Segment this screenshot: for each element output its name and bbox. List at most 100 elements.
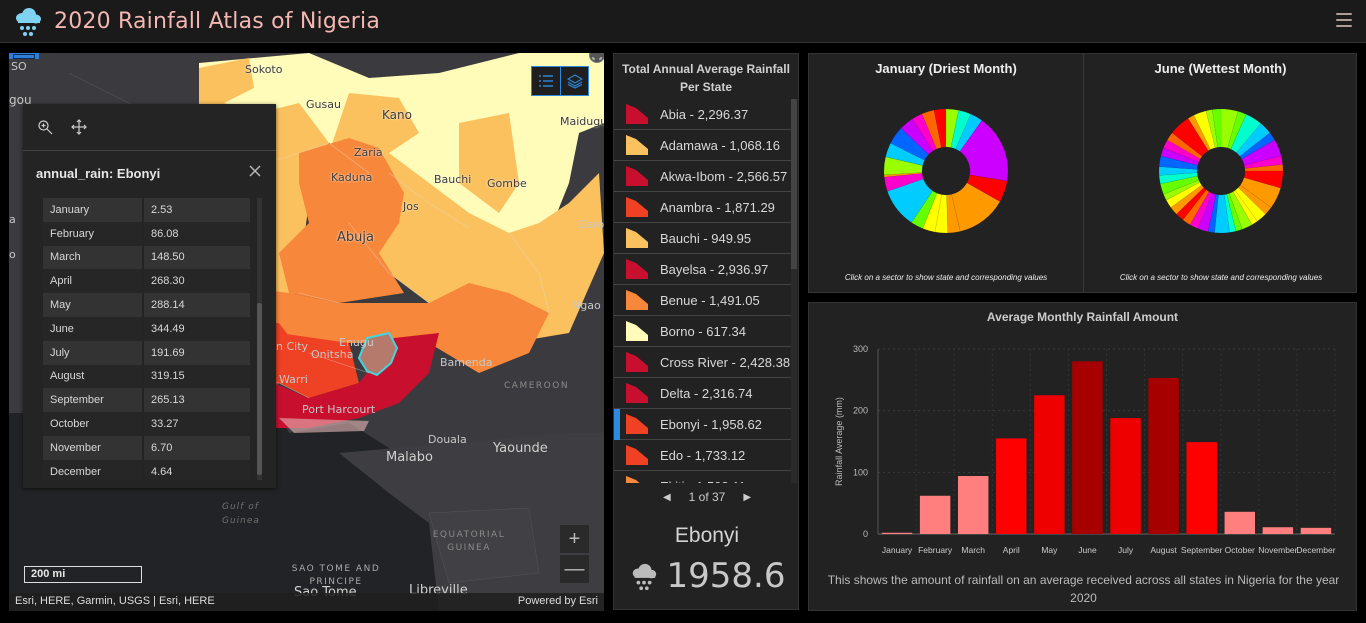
list-pager: ◀ 1 of 37 ▶ <box>614 484 800 510</box>
month-value: 319.15 <box>144 364 250 389</box>
state-list-item[interactable]: Benue - 1,491.05 <box>614 285 792 316</box>
x-tick-label: April <box>1003 545 1020 555</box>
january-donut-chart[interactable] <box>881 106 1011 236</box>
legend-swatch-icon <box>626 104 648 124</box>
bar-february[interactable] <box>919 495 951 534</box>
zoom-in-magnifier-icon <box>38 120 53 135</box>
state-list-item[interactable]: Edo - 1,733.12 <box>614 440 792 471</box>
popup-title: annual_rain: Ebonyi <box>36 166 161 181</box>
state-list-item[interactable]: Ebonyi - 1,958.62 <box>614 409 792 440</box>
hamburger-menu-icon[interactable] <box>1336 13 1352 29</box>
map-label-douala: Douala <box>428 433 467 446</box>
state-list-label: Adamawa - 1,068.16 <box>660 137 780 153</box>
month-label: April <box>43 269 144 294</box>
expand-icon <box>592 53 602 60</box>
state-list-item[interactable]: Ekiti - 1,502.11 <box>614 471 792 483</box>
bar-january[interactable] <box>881 532 913 534</box>
bar-december[interactable] <box>1300 527 1332 534</box>
map-widget-group <box>531 66 589 96</box>
state-list-item[interactable]: Delta - 2,316.74 <box>614 378 792 409</box>
y-tick-label: 100 <box>853 467 868 477</box>
month-label: March <box>43 245 144 270</box>
bar-august[interactable] <box>1148 377 1179 534</box>
map-label-port-harcourt: Port Harcourt <box>302 403 376 416</box>
map-label-jos: Jos <box>403 200 419 213</box>
state-list-item[interactable]: Bayelsa - 2,936.97 <box>614 254 792 285</box>
move-icon <box>71 119 87 135</box>
state-list-item[interactable]: Akwa-Ibom - 2,566.57 <box>614 161 792 192</box>
close-icon[interactable] <box>248 164 262 178</box>
popup-table-row: August 319.15 <box>43 364 250 389</box>
map-label-zaria: Zaria <box>354 146 383 159</box>
bar-june[interactable] <box>1072 361 1103 534</box>
state-list-label: Anambra - 1,871.29 <box>660 199 775 215</box>
rain-cloud-icon <box>632 563 656 591</box>
legend-swatch-icon <box>626 290 648 310</box>
legend-list-button[interactable] <box>532 67 560 95</box>
legend-swatch-icon <box>626 352 648 372</box>
popup-toolbar <box>23 104 276 151</box>
january-pie-pane: January (Driest Month) Click on a sector… <box>809 54 1083 292</box>
month-value: 2.53 <box>144 198 250 222</box>
bar-october[interactable] <box>1224 511 1256 534</box>
popup-table-row: October 33.27 <box>43 412 250 436</box>
x-tick-label: February <box>918 545 953 555</box>
state-list-item[interactable]: Anambra - 1,871.29 <box>614 192 792 223</box>
x-tick-label: October <box>1225 545 1255 555</box>
monthly-bar-chart: 0 100 200 300 Rainfall Average (mm) January Fe… <box>834 344 1336 555</box>
june-pie-title: June (Wettest Month) <box>1154 61 1287 76</box>
zoom-in-button[interactable]: + <box>560 525 589 553</box>
x-tick-label: March <box>961 545 985 555</box>
pan-button[interactable] <box>70 118 88 136</box>
next-page-button[interactable]: ▶ <box>743 492 751 503</box>
month-value: 191.69 <box>144 340 250 365</box>
state-list-item[interactable]: Borno - 617.34 <box>614 316 792 347</box>
bar-chart-caption: This shows the amount of rainfall on an … <box>827 573 1340 605</box>
monthly-bar-chart-panel: Average Monthly Rainfall Amount 0 100 200 3… <box>808 302 1357 611</box>
popup-scrollbar-thumb[interactable] <box>257 303 262 475</box>
attribution-sources[interactable]: Esri, HERE, Garmin, USGS | Esri, HERE <box>15 595 215 609</box>
month-value: 265.13 <box>144 388 250 413</box>
state-list-item[interactable]: Abia - 2,296.37 <box>614 99 792 130</box>
bar-september[interactable] <box>1186 442 1217 534</box>
layers-icon <box>566 74 583 89</box>
previous-page-button[interactable]: ◀ <box>663 492 671 503</box>
x-tick-label: May <box>1041 545 1058 555</box>
selected-state-value-row: 1958.6 <box>614 556 800 596</box>
list-scrollbar-thumb[interactable] <box>791 99 797 269</box>
popup-table-row: November 6.70 <box>43 435 250 460</box>
month-value: 6.70 <box>144 435 250 460</box>
zoom-to-button[interactable] <box>36 118 54 136</box>
popup-scrollbar[interactable] <box>257 198 262 480</box>
x-tick-label: August <box>1150 545 1177 555</box>
zoom-out-button[interactable]: — <box>560 555 589 583</box>
y-tick-label: 0 <box>863 529 868 539</box>
june-donut-chart[interactable] <box>1156 106 1286 236</box>
bar-november[interactable] <box>1262 527 1294 534</box>
map-label-bamenda: Bamenda <box>440 356 493 369</box>
bar-may[interactable] <box>1034 395 1065 534</box>
y-tick-label: 300 <box>853 344 868 354</box>
state-list-item[interactable]: Adamawa - 1,068.16 <box>614 130 792 161</box>
state-list-item[interactable]: Cross River - 2,428.38 <box>614 347 792 378</box>
legend-swatch-icon <box>626 135 648 155</box>
bar-march[interactable] <box>957 476 989 534</box>
map-label-maiduguri: Maidugu <box>560 115 604 128</box>
popup-table-row: May 288.14 <box>43 293 250 317</box>
list-scrollbar[interactable] <box>791 99 797 483</box>
month-label: May <box>43 293 144 317</box>
rain-cloud-icon <box>16 8 41 36</box>
legend-swatch-icon <box>626 383 648 403</box>
month-label: August <box>43 364 144 389</box>
state-list-item[interactable]: Bauchi - 949.95 <box>614 223 792 254</box>
bar-april[interactable] <box>996 438 1027 534</box>
bar-july[interactable] <box>1110 418 1141 534</box>
state-list-label: Ekiti - 1,502.11 <box>660 479 746 484</box>
month-label: February <box>43 221 144 246</box>
popup-table-row: June 344.49 <box>43 316 250 341</box>
x-tick-label: June <box>1078 545 1097 555</box>
layers-button[interactable] <box>560 67 588 95</box>
powered-by-esri[interactable]: Powered by Esri <box>518 595 598 609</box>
state-list-label: Bauchi - 949.95 <box>660 230 752 246</box>
map-label-cameroon: CAMEROON <box>504 381 570 391</box>
